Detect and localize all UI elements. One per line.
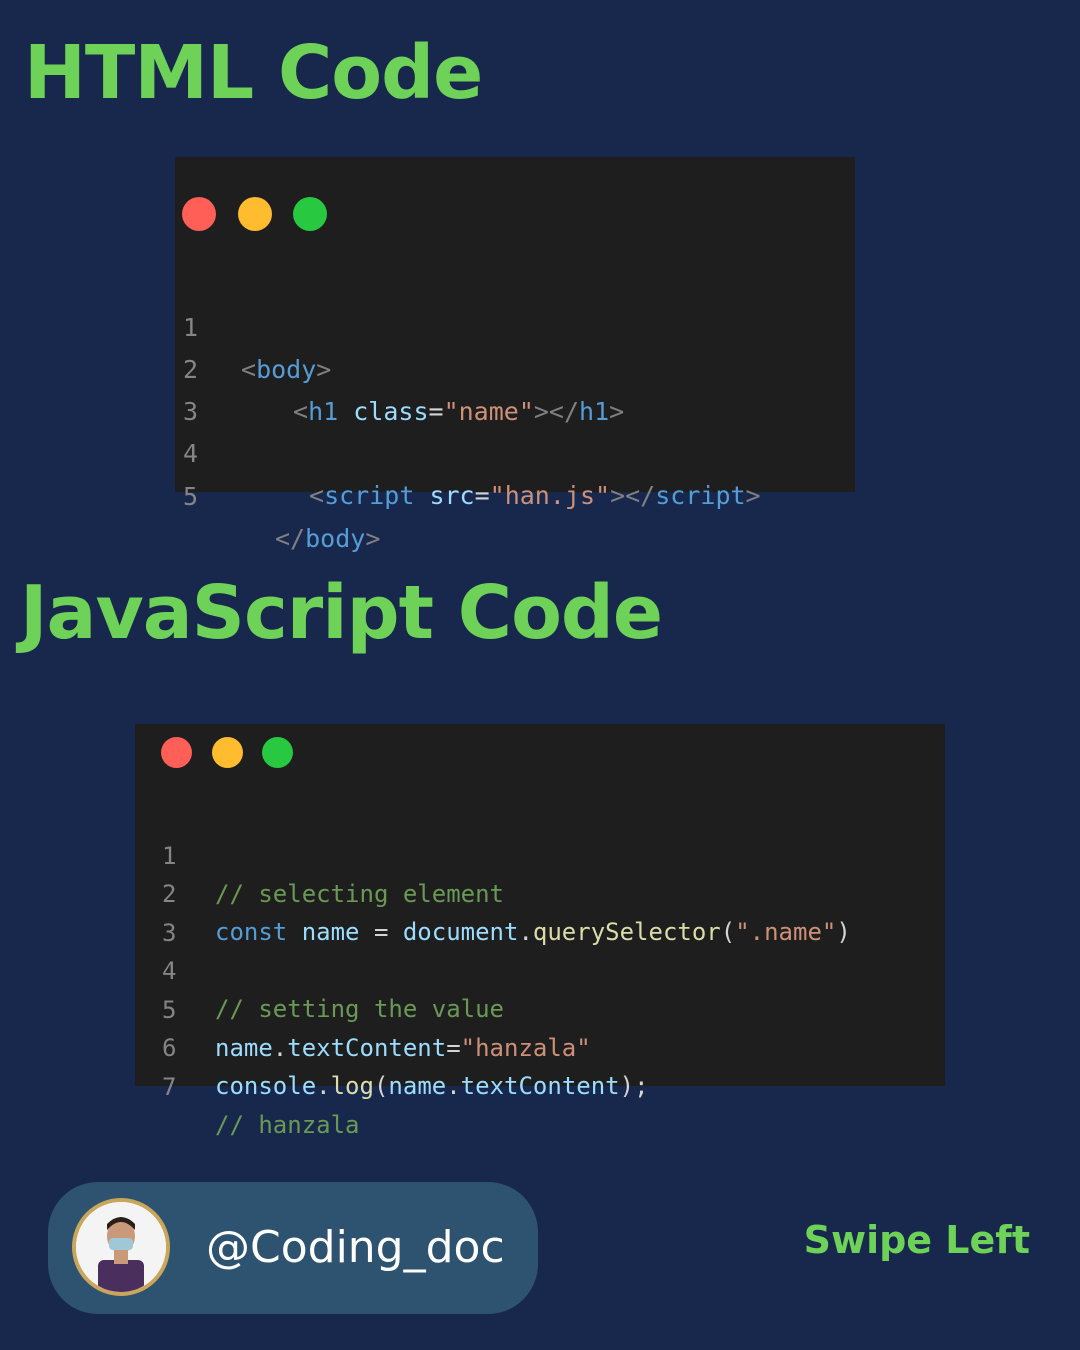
line-number: 7 xyxy=(162,1073,177,1101)
code-token: = xyxy=(474,481,490,510)
code-token: > xyxy=(745,481,761,510)
code-text: console.log(name.textContent); xyxy=(215,1067,649,1105)
profile-badge[interactable]: @Coding_doc xyxy=(48,1182,538,1314)
code-token: body xyxy=(305,524,366,553)
code-token: = xyxy=(446,1034,461,1062)
code-token: // setting the value xyxy=(215,995,504,1023)
code-token: textContent xyxy=(460,1072,620,1100)
avatar-person-icon xyxy=(76,1202,166,1292)
code-line: 4 // setting the value xyxy=(135,914,504,1023)
code-token: name xyxy=(301,918,360,946)
swipe-left-label: Swipe Left xyxy=(803,1218,1030,1262)
code-token: = xyxy=(359,918,403,946)
code-line: 1 // selecting element xyxy=(135,799,504,908)
code-line: 2 const name = document.querySelector(".… xyxy=(135,837,851,946)
code-line: 2 <h1 class="name"></h1> xyxy=(175,307,624,426)
code-token: ".name" xyxy=(735,918,837,946)
code-line: 1 <body> xyxy=(175,265,331,384)
code-token: </ xyxy=(275,524,306,553)
code-token: ( xyxy=(720,918,736,946)
code-token: script xyxy=(655,481,746,510)
javascript-code-window: 1 // selecting element 2 const name = do… xyxy=(135,724,945,1139)
code-token: console xyxy=(215,1072,317,1100)
code-token: "name" xyxy=(443,397,534,426)
window-close-dot-icon xyxy=(161,737,192,768)
profile-handle: @Coding_doc xyxy=(206,1222,505,1273)
code-line: 5 name.textContent="hanzala" xyxy=(135,953,591,1062)
code-line: 3 xyxy=(175,349,235,426)
code-text: </body> xyxy=(275,518,380,560)
code-text: <script src="han.js"></script> xyxy=(309,475,761,517)
code-token: . xyxy=(446,1072,461,1100)
code-line: 6 console.log(name.textContent); xyxy=(135,991,649,1100)
code-token: ></ xyxy=(533,397,580,426)
code-token: < xyxy=(309,481,325,510)
code-text: // setting the value xyxy=(215,990,504,1028)
line-number: 5 xyxy=(183,482,199,511)
code-token: class xyxy=(353,397,429,426)
code-token: textContent xyxy=(287,1034,447,1062)
code-line: 3 xyxy=(135,876,193,947)
code-token: h1 xyxy=(579,397,610,426)
code-text: name.textContent="hanzala" xyxy=(215,1029,591,1067)
code-token: > xyxy=(365,524,381,553)
code-token: body xyxy=(256,355,317,384)
code-token: > xyxy=(316,355,332,384)
html-code-heading: HTML Code xyxy=(24,30,483,116)
avatar[interactable] xyxy=(72,1198,170,1296)
code-token: script xyxy=(324,481,415,510)
code-token: = xyxy=(428,397,444,426)
code-token: src xyxy=(429,481,475,510)
code-token: ); xyxy=(619,1072,649,1100)
code-token: name xyxy=(388,1072,447,1100)
code-token: const xyxy=(215,918,288,946)
code-text: <body> xyxy=(241,349,331,391)
html-code-window: 1 <body> 2 <h1 class="name"></h1> 3 4 <s… xyxy=(175,157,855,553)
code-token: < xyxy=(293,397,309,426)
code-token: // hanzala xyxy=(215,1111,360,1139)
window-minimize-dot-icon xyxy=(238,197,272,231)
code-token: . xyxy=(272,1034,288,1062)
code-line: 4 <script src="han.js"></script> xyxy=(175,391,761,510)
code-token: ( xyxy=(373,1072,389,1100)
code-token: . xyxy=(316,1072,331,1100)
code-token: document xyxy=(402,918,519,946)
code-token: log xyxy=(330,1072,374,1100)
code-token: name xyxy=(215,1034,273,1062)
code-token: > xyxy=(609,397,625,426)
code-token: "hanzala" xyxy=(460,1034,591,1062)
window-maximize-dot-icon xyxy=(293,197,327,231)
code-text: // selecting element xyxy=(215,875,504,913)
window-maximize-dot-icon xyxy=(262,737,293,768)
code-line: 7 // hanzala xyxy=(135,1030,360,1139)
javascript-code-heading: JavaScript Code xyxy=(20,570,663,656)
code-token: h1 xyxy=(308,397,339,426)
code-line: 5 </body> xyxy=(175,434,380,553)
code-token: querySelector xyxy=(532,918,721,946)
code-text: // hanzala xyxy=(215,1106,360,1144)
code-text: <h1 class="name"></h1> xyxy=(293,391,624,433)
window-close-dot-icon xyxy=(182,197,216,231)
code-token: "han.js" xyxy=(489,481,611,510)
code-token: ></ xyxy=(610,481,656,510)
code-text: const name = document.querySelector(".na… xyxy=(215,913,851,951)
code-token: < xyxy=(241,355,257,384)
code-token: . xyxy=(518,918,533,946)
window-minimize-dot-icon xyxy=(212,737,243,768)
code-token: ) xyxy=(836,918,851,946)
code-token: // selecting element xyxy=(215,880,504,908)
